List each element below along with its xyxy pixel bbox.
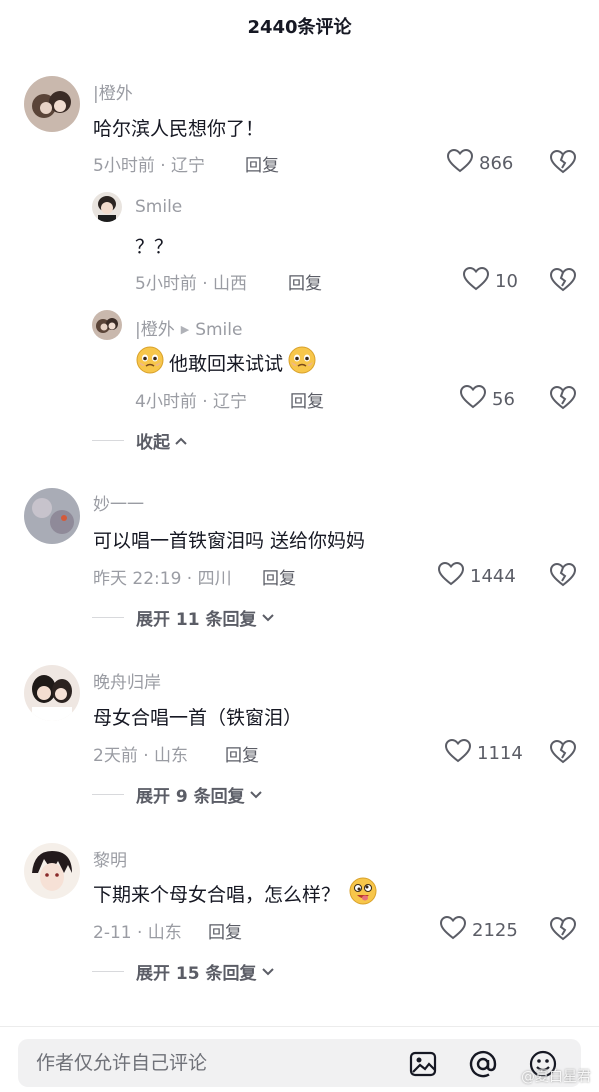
username[interactable]: 黎明 [93, 846, 127, 871]
avatar[interactable] [24, 843, 80, 899]
at-icon[interactable] [468, 1049, 498, 1083]
expand-label: 展开 15 条回复 [136, 964, 257, 984]
like-button[interactable]: 866 [446, 148, 514, 178]
crying-face-emoji-icon [135, 345, 165, 380]
like-count: 56 [492, 389, 515, 410]
reply-button[interactable]: 回复 [245, 151, 279, 176]
comment-meta: 2-11 · 山东 [93, 923, 182, 943]
avatar[interactable] [92, 310, 122, 340]
dislike-button[interactable] [549, 739, 577, 768]
dislike-button[interactable] [549, 916, 577, 945]
like-button[interactable]: 10 [462, 266, 518, 296]
comment-input-bar: 作者仅允许自己评论 @夏白星君 [0, 1026, 599, 1092]
reply-button[interactable]: 回复 [208, 918, 242, 943]
image-icon[interactable] [408, 1049, 438, 1083]
divider [92, 440, 124, 441]
watermark: @夏白星君 [521, 1069, 591, 1085]
expand-label: 展开 11 条回复 [136, 610, 257, 630]
like-count: 10 [495, 271, 518, 292]
broken-heart-icon [549, 562, 577, 591]
avatar[interactable] [24, 76, 80, 132]
like-button[interactable]: 2125 [439, 915, 518, 945]
chevron-up-icon [174, 431, 188, 451]
broken-heart-icon [549, 385, 577, 414]
like-button[interactable]: 56 [459, 384, 515, 414]
avatar[interactable] [92, 192, 122, 222]
comment-text: ？？ [135, 236, 174, 258]
comments-count-title: 2440条评论 [247, 17, 352, 38]
like-count: 1444 [470, 566, 516, 587]
collapse-label: 收起 [136, 433, 170, 453]
expand-replies-button[interactable]: 展开 15 条回复 [92, 959, 275, 984]
comment-text-row: 他敢回来试试 [135, 345, 317, 380]
reply-arrow-icon: ▶ [180, 323, 190, 336]
like-count: 866 [479, 153, 514, 174]
comment-input[interactable]: 作者仅允许自己评论 [18, 1039, 581, 1087]
divider [92, 794, 124, 795]
chevron-down-icon [261, 608, 275, 628]
comment-meta: 5小时前 · 辽宁 [93, 156, 206, 176]
crying-face-emoji-icon [287, 345, 317, 380]
reply-button[interactable]: 回复 [262, 564, 296, 589]
like-button[interactable]: 1114 [444, 738, 523, 768]
heart-outline-icon [446, 148, 474, 178]
comment-text: 哈尔滨人民想你了！ [93, 118, 265, 140]
comment-text: 母女合唱一首（铁窗泪） [93, 707, 303, 729]
heart-outline-icon [462, 266, 490, 296]
username[interactable]: |橙外 [93, 79, 133, 104]
username[interactable]: Smile [135, 197, 182, 217]
heart-outline-icon [459, 384, 487, 414]
comment-text: 他敢回来试试 [169, 353, 284, 375]
broken-heart-icon [549, 916, 577, 945]
comment-text: 下期来个母女合唱，怎么样？ [93, 884, 341, 906]
heart-outline-icon [439, 915, 467, 945]
reply-header: |橙外 ▶ Smile [135, 315, 242, 340]
like-count: 2125 [472, 920, 518, 941]
comment-meta: 昨天 22:19 · 四川 [93, 569, 232, 589]
comment-meta: 5小时前 · 山西 [135, 274, 248, 294]
expand-label: 展开 9 条回复 [136, 787, 245, 807]
chevron-down-icon [249, 785, 263, 805]
silly-face-emoji-icon [348, 876, 378, 911]
comment-text-row: 下期来个母女合唱，怎么样？ [93, 876, 378, 911]
broken-heart-icon [549, 267, 577, 296]
expand-replies-button[interactable]: 展开 11 条回复 [92, 605, 275, 630]
expand-replies-button[interactable]: 展开 9 条回复 [92, 782, 263, 807]
comment-meta: 2天前 · 山东 [93, 746, 189, 766]
avatar[interactable] [24, 488, 80, 544]
reply-button[interactable]: 回复 [225, 741, 259, 766]
heart-outline-icon [437, 561, 465, 591]
chevron-down-icon [261, 962, 275, 982]
like-count: 1114 [477, 743, 523, 764]
username[interactable]: 妙一一 [93, 490, 144, 515]
reply-to-username[interactable]: Smile [195, 320, 242, 340]
heart-outline-icon [444, 738, 472, 768]
dislike-button[interactable] [549, 149, 577, 178]
reply-button[interactable]: 回复 [290, 387, 324, 412]
collapse-replies-button[interactable]: 收起 [92, 428, 188, 453]
username[interactable]: |橙外 [135, 320, 175, 340]
comment-input-placeholder: 作者仅允许自己评论 [36, 1052, 208, 1074]
comment-text: 可以唱一首铁窗泪吗 送给你妈妈 [93, 530, 366, 552]
like-button[interactable]: 1444 [437, 561, 516, 591]
avatar[interactable] [24, 665, 80, 721]
reply-button[interactable]: 回复 [288, 269, 322, 294]
dislike-button[interactable] [549, 562, 577, 591]
divider [92, 971, 124, 972]
broken-heart-icon [549, 739, 577, 768]
dislike-button[interactable] [549, 385, 577, 414]
username[interactable]: 晚舟归岸 [93, 668, 161, 693]
divider [92, 617, 124, 618]
broken-heart-icon [549, 149, 577, 178]
comment-meta: 4小时前 · 辽宁 [135, 392, 248, 412]
dislike-button[interactable] [549, 267, 577, 296]
